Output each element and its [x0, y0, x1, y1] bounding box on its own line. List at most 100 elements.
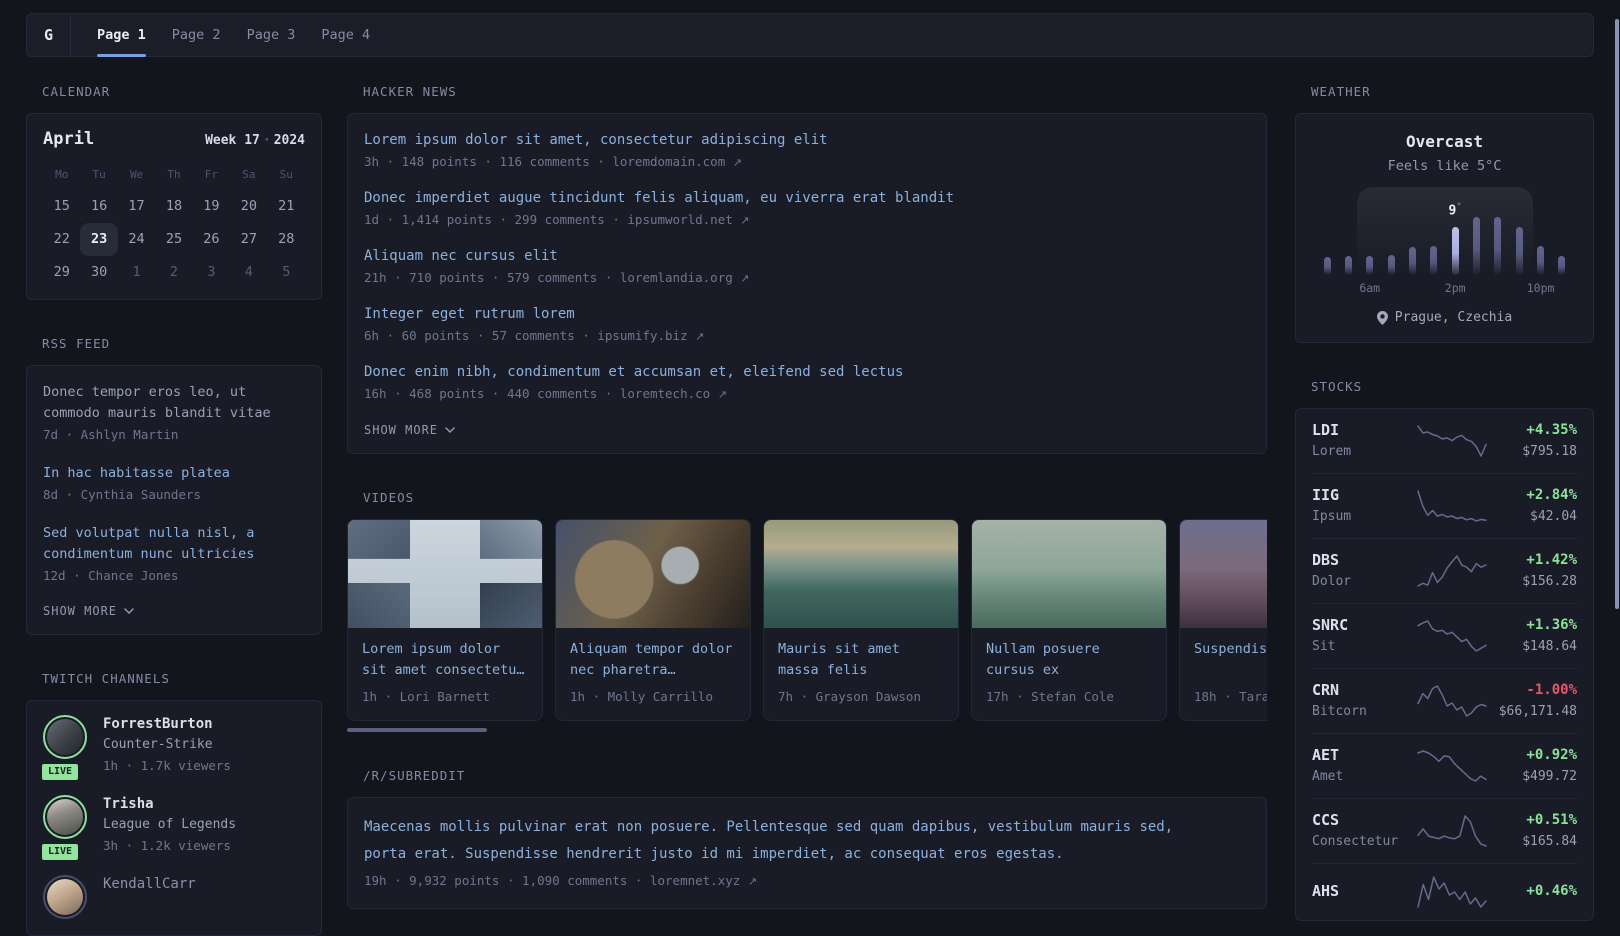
stock-sparkline [1417, 876, 1487, 908]
video-thumbnail [556, 520, 750, 628]
calendar-day: 15 [53, 198, 70, 214]
stock-symbol: IIG [1312, 486, 1340, 504]
stock-row-aet[interactable]: AET Amet +0.92% $499.72 [1312, 733, 1577, 798]
stock-price: $795.18 [1522, 444, 1577, 459]
stock-sparkline [1417, 815, 1487, 847]
subreddit-widget: Maecenas mollis pulvinar erat non posuer… [347, 797, 1267, 909]
video-card[interactable]: Aliquam tempor dolor nec pharetra… 1h · … [555, 519, 751, 721]
channel-viewers: 1h · 1.7k viewers [103, 758, 231, 773]
stock-row-dbs[interactable]: DBS Dolor +1.42% $156.28 [1312, 538, 1577, 603]
video-meta: 7h · Grayson Dawson [778, 689, 921, 704]
stock-row-crn[interactable]: CRN Bitcorn -1.00% $66,171.48 [1312, 668, 1577, 733]
videos-scrollbar-thumb[interactable] [347, 728, 487, 732]
tab-page-1[interactable]: Page 1 [84, 14, 159, 57]
rss-item-title[interactable]: In hac habitasse platea [43, 463, 305, 484]
channel-category: League of Legends [103, 817, 237, 832]
tab-page-3[interactable]: Page 3 [234, 14, 309, 56]
video-title[interactable]: Aliquam tempor dolor nec pharetra… [570, 639, 736, 681]
calendar-day-header: Tu [92, 168, 106, 181]
calendar-day: 29 [53, 264, 70, 280]
stock-row-ccs[interactable]: CCS Consectetur +0.51% $165.84 [1312, 798, 1577, 863]
calendar-day: 21 [278, 198, 295, 214]
tab-page-2[interactable]: Page 2 [159, 14, 234, 56]
tab-page-4[interactable]: Page 4 [308, 14, 383, 56]
rss-item-title[interactable]: Donec tempor eros leo, ut commodo mauris… [43, 382, 305, 424]
reddit-post-title[interactable]: Maecenas mollis pulvinar erat non posuer… [364, 814, 1179, 868]
stock-row-iig[interactable]: IIG Ipsum +2.84% $42.04 [1312, 473, 1577, 538]
videos-section: VIDEOS Lorem ipsum dolor sit amet consec… [347, 490, 1267, 732]
videos-section-title: VIDEOS [363, 490, 415, 505]
hn-story: Lorem ipsum dolor sit amet, consectetur … [364, 130, 1250, 173]
video-card[interactable]: Nullam posuere cursus ex 17h · Stefan Co… [971, 519, 1167, 721]
live-badge: LIVE [40, 842, 81, 862]
video-meta: 1h · Molly Carrillo [570, 689, 713, 704]
hn-story-meta: 6h · 60 points · 57 comments · ipsumify.… [364, 328, 705, 343]
video-meta: 1h · Lori Barnett [362, 689, 490, 704]
location-pin-icon [1376, 311, 1388, 325]
weather-bar [1366, 256, 1374, 275]
stock-symbol: SNRC [1312, 616, 1349, 634]
stock-symbol: AHS [1312, 882, 1340, 900]
stock-name: Sit [1312, 639, 1336, 654]
calendar-day: 19 [203, 198, 220, 214]
calendar-day: 26 [203, 231, 220, 247]
external-link-icon: ↗ [695, 330, 705, 343]
video-card[interactable]: Mauris sit amet massa felis 7h · Grayson… [763, 519, 959, 721]
calendar-day: 20 [240, 198, 257, 214]
hn-story-title[interactable]: Lorem ipsum dolor sit amet, consectetur … [364, 130, 1250, 151]
stock-name: Ipsum [1312, 509, 1352, 524]
hacker-news-section-title: HACKER NEWS [363, 84, 457, 99]
stock-symbol: DBS [1312, 551, 1340, 569]
channel-name[interactable]: ForrestBurton [103, 715, 231, 734]
hn-story-title[interactable]: Integer eget rutrum lorem [364, 304, 1250, 325]
stock-symbol: LDI [1312, 421, 1340, 439]
hn-show-more-button[interactable]: SHOW MORE [364, 423, 1250, 437]
rss-show-more-button[interactable]: SHOW MORE [43, 604, 305, 618]
live-badge: LIVE [40, 762, 81, 782]
stock-row-ldi[interactable]: LDI Lorem +4.35% $795.18 [1312, 409, 1577, 473]
weather-feels-like: Feels like 5°C [1387, 158, 1502, 174]
video-title[interactable]: Suspendisse diam [1194, 639, 1267, 681]
hn-story-title[interactable]: Aliquam nec cursus elit [364, 246, 1250, 267]
stock-sparkline [1417, 685, 1487, 717]
stock-row-ahs[interactable]: AHS +0.46% [1312, 863, 1577, 920]
video-title[interactable]: Nullam posuere cursus ex [986, 639, 1152, 681]
calendar-section: CALENDAR April Week 17 · 2024 Mo Tu We Th Fr Sa… [26, 84, 322, 300]
hacker-news-section: HACKER NEWS Lorem ipsum dolor sit amet, … [347, 84, 1267, 454]
rss-item-meta: 12d · Chance Jones [43, 568, 179, 583]
channel-name[interactable]: Trisha [103, 795, 236, 814]
right-column: WEATHER Overcast Feels like 5°C 9° 6am 2p… [1295, 84, 1594, 921]
hn-story: Integer eget rutrum lorem 6h · 60 points… [364, 304, 1250, 347]
weather-temp-label: 9° [1448, 201, 1462, 218]
page-scrollbar[interactable] [1615, 19, 1619, 609]
chevron-down-icon [445, 427, 455, 433]
video-card[interactable]: Suspendisse diam 18h · Tara [1179, 519, 1267, 721]
calendar-widget: April Week 17 · 2024 Mo Tu We Th Fr Sa Su 15 16 17 1… [26, 113, 322, 300]
video-card[interactable]: Lorem ipsum dolor sit amet consectetu… 1… [347, 519, 543, 721]
rss-item-meta: 7d · Ashlyn Martin [43, 427, 179, 442]
hn-story-title[interactable]: Donec enim nibh, condimentum et accumsan… [364, 362, 1250, 383]
rss-item-title[interactable]: Sed volutpat nulla nisl, a condimentum n… [43, 523, 305, 565]
twitch-channel-kendallcarr[interactable]: KendallCarr [43, 875, 305, 919]
stock-change: -1.00% [1526, 682, 1577, 698]
weather-section: WEATHER Overcast Feels like 5°C 9° 6am 2p… [1295, 84, 1594, 343]
calendar-day-header: Th [167, 168, 181, 181]
stock-row-snrc[interactable]: SNRC Sit +1.36% $148.64 [1312, 603, 1577, 668]
calendar-day-header: We [129, 168, 144, 181]
hn-story: Donec enim nibh, condimentum et accumsan… [364, 362, 1250, 405]
channel-category: Counter-Strike [103, 737, 213, 752]
channel-avatar-image [47, 719, 83, 755]
weather-bars: 9° [1323, 187, 1566, 275]
stock-sparkline [1417, 425, 1487, 457]
twitch-channel-forrestburton[interactable]: LIVE ForrestBurton Counter-Strike 1h · 1… [40, 715, 305, 782]
calendar-day: 30 [91, 264, 108, 280]
channel-name[interactable]: KendallCarr [103, 875, 196, 894]
weather-bar: 9° [1449, 202, 1462, 275]
twitch-channel-trisha[interactable]: LIVE Trisha League of Legends 3h · 1.2k … [40, 795, 305, 862]
stock-name: Dolor [1312, 574, 1352, 589]
video-title[interactable]: Mauris sit amet massa felis [778, 639, 944, 681]
stock-change: +0.46% [1526, 883, 1577, 899]
hn-story-title[interactable]: Donec imperdiet augue tincidunt felis al… [364, 188, 1250, 209]
video-title[interactable]: Lorem ipsum dolor sit amet consectetu… [362, 639, 528, 681]
app-logo[interactable]: G [27, 14, 71, 56]
